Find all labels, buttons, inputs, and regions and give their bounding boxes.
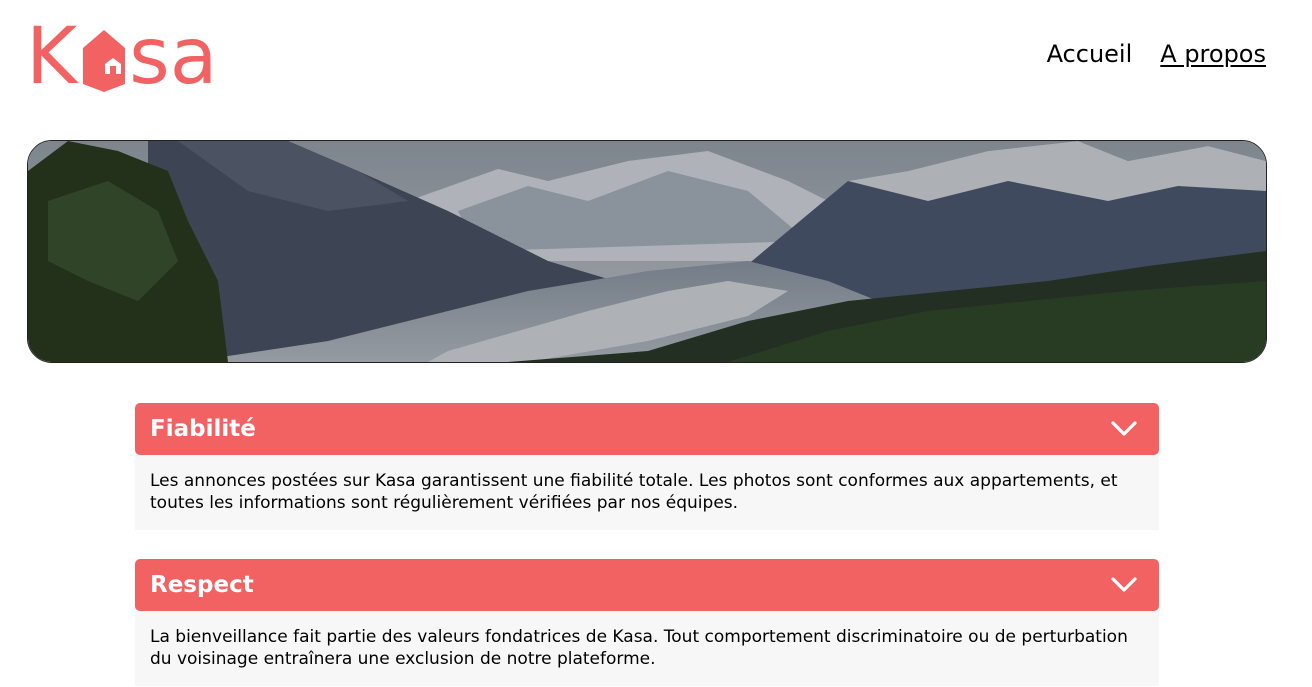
collapse-content: La bienveillance fait partie des valeurs… xyxy=(135,611,1159,686)
main-nav: Accueil A propos xyxy=(1047,40,1266,68)
kasa-logo[interactable]: K sa xyxy=(26,12,218,102)
nav-link-a-propos[interactable]: A propos xyxy=(1160,40,1266,68)
banner-overlay xyxy=(28,141,1266,362)
collapse-header-fiabilite[interactable]: Fiabilité xyxy=(135,403,1159,455)
collapse-content: Les annonces postées sur Kasa garantisse… xyxy=(135,455,1159,530)
collapse-respect: Respect La bienveillance fait partie des… xyxy=(135,559,1159,686)
chevron-down-icon[interactable] xyxy=(1111,421,1137,437)
logo-letter-k: K xyxy=(26,12,78,102)
nav-link-accueil[interactable]: Accueil xyxy=(1047,40,1133,68)
chevron-down-icon[interactable] xyxy=(1111,577,1137,593)
logo-letters-sa: sa xyxy=(129,12,218,102)
collapse-title: Respect xyxy=(150,572,254,598)
collapse-header-respect[interactable]: Respect xyxy=(135,559,1159,611)
collapse-title: Fiabilité xyxy=(150,416,256,442)
site-header: K sa Accueil A propos xyxy=(0,0,1312,110)
banner-image xyxy=(27,140,1267,363)
collapse-fiabilite: Fiabilité Les annonces postées sur Kasa … xyxy=(135,403,1159,530)
house-icon xyxy=(83,30,126,92)
